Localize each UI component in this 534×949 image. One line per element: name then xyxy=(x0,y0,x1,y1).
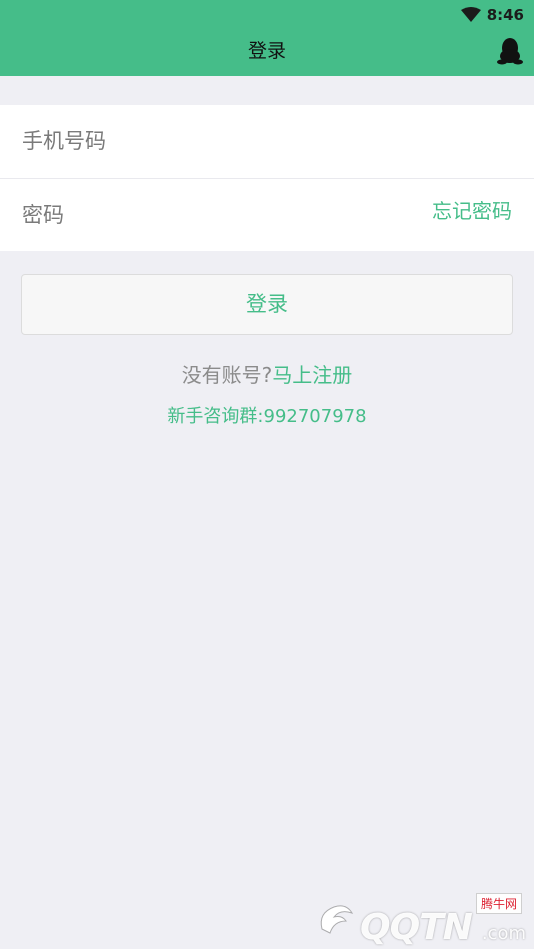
group-label: 新手咨询群: xyxy=(167,406,264,427)
no-account-text: 没有账号? xyxy=(181,363,273,387)
status-bar: 8:46 xyxy=(460,4,524,26)
qqtn-logo-icon xyxy=(320,905,354,934)
register-prompt-line: 没有账号?马上注册 xyxy=(0,360,534,390)
qq-login-button[interactable] xyxy=(497,37,523,65)
watermark: QQTN .com 腾牛网 xyxy=(316,893,526,948)
password-input[interactable] xyxy=(22,179,402,251)
register-link[interactable]: 马上注册 xyxy=(272,363,352,387)
group-number: 992707978 xyxy=(263,406,367,427)
page-title: 登录 xyxy=(247,40,286,62)
newbie-group-line: 新手咨询群:992707978 xyxy=(0,404,534,430)
watermark-badge: 腾牛网 xyxy=(475,893,522,914)
wifi-icon xyxy=(460,7,481,22)
phone-input[interactable] xyxy=(22,105,402,177)
app-header: 8:46 登录 xyxy=(0,0,534,76)
password-field-row: 忘记密码 xyxy=(0,179,534,252)
watermark-suffix: .com xyxy=(481,923,526,944)
watermark-brand: QQTN xyxy=(360,907,473,948)
login-button[interactable]: 登录 xyxy=(21,274,513,335)
phone-field-row xyxy=(0,105,534,179)
login-form: 忘记密码 xyxy=(0,105,534,251)
status-time: 8:46 xyxy=(486,6,524,24)
forgot-password-link[interactable]: 忘记密码 xyxy=(432,195,512,224)
qq-penguin-icon xyxy=(497,38,523,65)
